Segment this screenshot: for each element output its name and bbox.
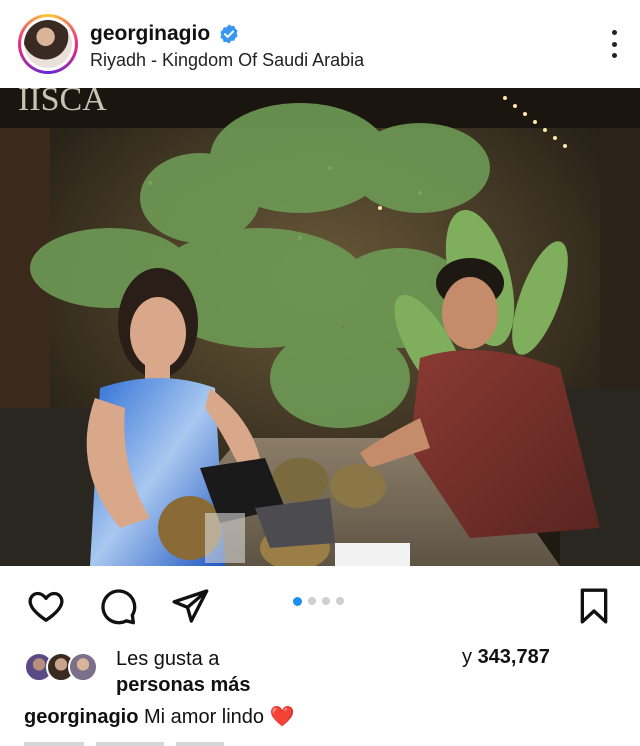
- avatar: [68, 652, 98, 682]
- post-location[interactable]: Riyadh - Kingdom Of Saudi Arabia: [90, 50, 364, 71]
- likes-section[interactable]: Les gusta a personas más y 343,787: [0, 640, 640, 700]
- caption-username[interactable]: georginagio: [24, 706, 138, 728]
- truncated-next-line: [24, 738, 264, 746]
- carousel-dot: [308, 597, 316, 605]
- carousel-dot: [336, 597, 344, 605]
- heart-emoji: ❤️: [269, 706, 295, 728]
- carousel-indicator: [293, 596, 344, 606]
- post-image[interactable]: IISCA: [0, 88, 640, 566]
- bookmark-icon[interactable]: [574, 586, 614, 626]
- carousel-dot-active: [293, 596, 302, 606]
- post-username[interactable]: georginagio: [90, 22, 210, 46]
- liked-by-avatars: [24, 652, 104, 684]
- post-caption: georginagio Mi amor lindo ❤️: [24, 704, 295, 729]
- carousel-dot: [322, 597, 330, 605]
- caption-text: Mi amor lindo: [144, 706, 265, 728]
- likes-count[interactable]: y 343,787: [462, 646, 550, 669]
- post-header: georginagio Riyadh - Kingdom Of Saudi Ar…: [0, 0, 640, 88]
- comment-icon[interactable]: [98, 586, 138, 626]
- send-icon[interactable]: [170, 586, 210, 626]
- more-vertical-icon[interactable]: [610, 30, 618, 58]
- likes-label: Les gusta a personas más: [116, 648, 251, 696]
- svg-text:IISCA: IISCA: [18, 88, 107, 118]
- heart-icon[interactable]: [26, 586, 66, 626]
- verified-badge-icon: [220, 24, 238, 44]
- profile-avatar[interactable]: [18, 14, 78, 74]
- avatar-image: [24, 20, 72, 68]
